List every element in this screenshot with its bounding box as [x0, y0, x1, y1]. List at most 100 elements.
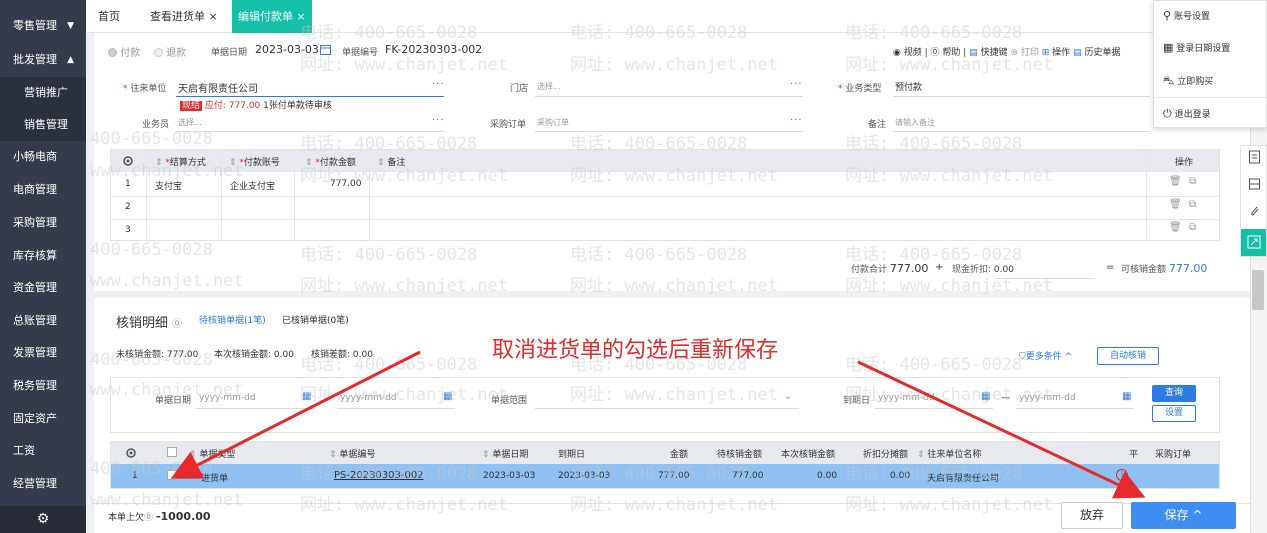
gear-icon[interactable]: ⚙ [0, 506, 86, 533]
copy-icon[interactable]: ⧉ [1189, 222, 1196, 233]
col-discount[interactable]: 折扣分摊额 [863, 447, 908, 460]
close-icon[interactable]: × [297, 10, 306, 23]
doc-code-link[interactable]: PS-20230303-002 [334, 470, 424, 481]
sidebar-item-invoice[interactable]: 发票管理 [0, 337, 86, 369]
discount[interactable]: 现金折扣: 0.00 [952, 262, 1014, 275]
sidebar-item-marketing[interactable]: 营销推广 [0, 77, 86, 109]
cell-account[interactable]: 企业支付宝 [230, 179, 275, 192]
po-more-icon[interactable]: ··· [790, 115, 803, 126]
col-amount[interactable]: 金额 [670, 447, 688, 460]
select-all-checkbox[interactable] [167, 447, 177, 457]
copy-icon[interactable]: ⧉ [1189, 176, 1196, 187]
calendar-icon[interactable]: ▦ [302, 391, 311, 402]
user-key-icon: ⚲ [1163, 9, 1172, 22]
col-pending[interactable]: 待核销金额 [717, 447, 762, 460]
print-button[interactable]: ⊜ 打印 [1010, 48, 1038, 58]
store-input[interactable]: 选择... [537, 81, 561, 92]
calendar-icon[interactable]: ▦ [443, 391, 452, 402]
col-doc-date[interactable]: ⇕ 单据日期 [482, 447, 528, 460]
help-button[interactable]: ⓪ 帮助 [931, 48, 961, 58]
partner-input[interactable]: 天启有限责任公司 [178, 80, 258, 95]
copy-icon[interactable]: ⧉ [1189, 199, 1196, 210]
sidebar-item-ecommerce-lite[interactable]: 小畅电商 [0, 141, 86, 173]
history-button[interactable]: ▤ 历史单据 [1073, 48, 1120, 58]
delete-icon[interactable]: 🗑 [1169, 199, 1182, 210]
pay-total: 付款合计 777.00 [851, 262, 929, 275]
inbox-icon[interactable] [1248, 177, 1261, 191]
sidebar-item-funds[interactable]: 资金管理 [0, 272, 86, 304]
tab-done[interactable]: 已核销单据(0笔) [282, 313, 349, 326]
operation-button[interactable]: ⊞ 操作 [1042, 48, 1070, 58]
radio-pay[interactable]: 付款 [108, 44, 140, 59]
tab-home[interactable]: 首页 [98, 0, 120, 33]
col-amount[interactable]: ⇕ *付款金额 [305, 155, 356, 168]
filter-date-to[interactable]: yyyy-mm-dd [340, 393, 397, 403]
query-button[interactable]: 查询 [1152, 385, 1196, 402]
sidebar-item-tax[interactable]: 税务管理 [0, 370, 86, 402]
calendar-icon[interactable]: ▦ [981, 391, 990, 402]
menu-login-date[interactable]: ▦ 登录日期设置 [1163, 41, 1230, 54]
col-remark[interactable]: ⇕ 备注 [377, 155, 405, 168]
col-doc-code[interactable]: ⇕ 单据编号 [329, 447, 375, 460]
sidebar-item-salary[interactable]: 工资 [0, 435, 86, 467]
scrollbar-thumb[interactable] [1252, 270, 1264, 310]
delete-icon[interactable]: 🗑 [1169, 176, 1182, 187]
close-icon[interactable]: × [209, 10, 218, 23]
sidebar-item-sales[interactable]: 销售管理 [0, 109, 86, 141]
settings-gear-icon[interactable] [125, 447, 137, 459]
col-account[interactable]: ⇕ *付款账号 [229, 155, 280, 168]
due-to[interactable]: yyyy-mm-dd [1019, 393, 1076, 403]
clerk-input[interactable]: 选择... [178, 117, 202, 128]
tab-view-purchase[interactable]: 查看进货单 × [150, 0, 218, 33]
delete-icon[interactable]: 🗑 [1169, 222, 1182, 233]
menu-buy-now[interactable]: ⛍ 立即购买 [1163, 74, 1213, 89]
sidebar-item-assets[interactable]: 固定资产 [0, 403, 86, 435]
cash-badge: 现结 [180, 101, 203, 111]
filter-date-from[interactable]: yyyy-mm-dd [199, 393, 256, 403]
save-button[interactable]: 保存 ^ [1131, 502, 1236, 529]
clerk-more-icon[interactable]: ··· [432, 115, 445, 126]
more-conditions-button[interactable]: ⛉更多条件 ^ [1019, 349, 1072, 362]
remark-input[interactable]: 请输入备注 [895, 117, 935, 128]
col-method[interactable]: ⇕ *结算方式 [155, 155, 206, 168]
col-partner[interactable]: ⇕ 往来单位名称 [917, 447, 981, 460]
partner-more-icon[interactable]: ··· [432, 79, 445, 90]
calendar-icon[interactable] [320, 44, 331, 55]
radio-refund[interactable]: 退款 [154, 44, 186, 59]
po-input[interactable]: 采购订单 [537, 117, 569, 128]
settings-button[interactable]: 设置 [1152, 405, 1196, 422]
tab-edit-payment[interactable]: 编辑付款单 × [232, 0, 312, 33]
settings-gear-icon[interactable] [122, 155, 134, 167]
sidebar-item-retail[interactable]: 零售管理 ▼ [0, 10, 86, 42]
cell-this-time[interactable]: 0.00 [817, 471, 837, 481]
menu-logout[interactable]: ⏻ 退出登录 [1163, 107, 1211, 121]
cell-amount[interactable]: 777.00 [330, 179, 362, 189]
due-from[interactable]: yyyy-mm-dd [878, 393, 935, 403]
row-checkbox[interactable] [167, 470, 177, 480]
store-more-icon[interactable]: ··· [790, 79, 803, 90]
menu-account-settings[interactable]: ⚲ 账号设置 [1163, 9, 1210, 22]
video-button[interactable]: ◉ 视频 [893, 48, 922, 58]
col-this-time[interactable]: 本次核销金额 [781, 447, 835, 460]
sidebar-item-purchase[interactable]: 采购管理 [0, 207, 86, 239]
auto-writeoff-button[interactable]: 自动核销 [1097, 347, 1159, 365]
expand-icon[interactable] [1241, 229, 1266, 256]
sidebar-item-inventory[interactable]: 库存核算 [0, 240, 86, 272]
biztype-select[interactable]: 预付款 [895, 80, 922, 93]
attachment-icon[interactable] [1248, 204, 1261, 218]
chevron-down-icon[interactable]: ⌄ [784, 391, 792, 402]
col-po[interactable]: 采购订单 [1155, 447, 1191, 460]
calendar-icon[interactable]: ▦ [1122, 391, 1131, 402]
tab-pending[interactable]: 待核销单据(1笔) [199, 313, 266, 326]
sidebar-item-operation[interactable]: 经营管理 [0, 468, 86, 500]
document-icon[interactable] [1248, 150, 1261, 164]
col-doc-type[interactable]: ⇕ 单据类型 [189, 447, 235, 460]
shortcut-button[interactable]: ▤ [969, 48, 978, 58]
sidebar-item-ledger[interactable]: 总账管理 [0, 305, 86, 337]
sidebar-item-ecommerce[interactable]: 电商管理 [0, 174, 86, 206]
sidebar-item-wholesale[interactable]: 批发管理 ▲ [0, 44, 86, 76]
abandon-button[interactable]: 放弃 [1061, 502, 1123, 529]
date-value[interactable]: 2023-03-03 [255, 43, 319, 56]
col-due[interactable]: 到期日 [558, 447, 585, 460]
cell-method[interactable]: 支付宝 [155, 179, 182, 192]
